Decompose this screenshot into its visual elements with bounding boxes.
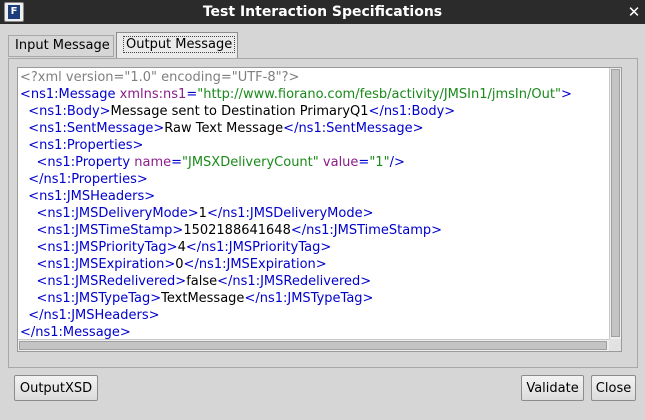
horizontal-scroll-thumb[interactable] [19,341,607,350]
code-line: <ns1:JMSExpiration>0</ns1:JMSExpiration> [20,256,572,273]
fiorano-logo-icon: F [8,5,20,19]
xml-attribute: value [322,155,359,170]
code-line: </ns1:Properties> [20,171,572,188]
xml-tag: </ns1:Properties> [20,172,148,187]
code-line: <ns1:SentMessage>Raw Text Message</ns1:S… [20,120,572,137]
code-line: <ns1:JMSPriorityTag>4</ns1:JMSPriorityTa… [20,239,572,256]
xml-tag: </ns1:JMSHeaders> [20,308,160,323]
app-icon[interactable]: F [4,2,24,22]
code-line: <ns1:Property name="JMSXDeliveryCount" v… [20,154,572,171]
window-close-icon[interactable]: ✕ [625,2,643,22]
xml-tag: /> [389,155,405,170]
xml-tag: </ns1:JMSExpiration> [183,257,327,272]
code-line: <ns1:JMSDeliveryMode>1</ns1:JMSDeliveryM… [20,205,572,222]
xml-tag: <ns1:JMSExpiration> [20,257,176,272]
xml-text: Message sent to Destination PrimaryQ1 [110,104,369,119]
xml-tag: <ns1:JMSRedelivered> [20,274,187,289]
xml-attribute: name [134,155,172,170]
code-line: <ns1:JMSTimeStamp>1502188641648</ns1:JMS… [20,222,572,239]
xml-tag: > [560,87,572,102]
xml-tag: = [358,155,370,170]
xml-tag: <ns1:JMSHeaders> [20,189,156,204]
validate-button[interactable]: Validate [521,375,584,401]
xml-tag: <ns1:JMSTimeStamp> [20,223,184,238]
scroll-corner [609,339,621,351]
xml-tag: </ns1:JMSRedelivered> [217,274,372,289]
tab-label: Input Message [15,38,110,53]
code-line: <ns1:JMSHeaders> [20,188,572,205]
tab-output-message[interactable]: Output Message [116,32,238,58]
title-bar: F Test Interaction Specifications ✕ [0,0,645,24]
xml-tag: </ns1:SentMessage> [283,121,424,136]
xml-tag: <ns1:JMSPriorityTag> [20,240,178,255]
code-line: <ns1:JMSTypeTag>TextMessage</ns1:JMSType… [20,290,572,307]
xml-text: 1 [198,206,207,221]
code-line: <?xml version="1.0" encoding="UTF-8"?> [20,69,572,86]
xml-tag: <ns1:Body> [20,104,111,119]
horizontal-scrollbar[interactable] [18,339,610,351]
vertical-scroll-thumb[interactable] [611,69,620,337]
tab-input-message[interactable]: Input Message [8,35,114,57]
xml-text: Raw Text Message [164,121,284,136]
xml-tag: = [171,155,183,170]
xml-tag: </ns1:Message> [20,325,131,340]
xml-attribute: xmlns:ns1 [119,87,187,102]
xml-text: 1502188641648 [183,223,291,238]
xml-tag: </ns1:JMSTimeStamp> [290,223,443,238]
xml-tag: </ns1:Body> [368,104,456,119]
xml-tag: = [186,87,198,102]
xml-value: "JMSXDeliveryCount" [182,155,319,170]
tab-strip: Input Message Output Message [8,32,638,58]
xml-tag: <ns1:JMSDeliveryMode> [20,206,199,221]
xml-tag: <ns1:SentMessage> [20,121,165,136]
vertical-scrollbar[interactable] [609,68,621,339]
xml-declaration: <?xml version="1.0" encoding="UTF-8"?> [20,70,300,85]
xml-value: "1" [369,155,390,170]
tab-panel: <?xml version="1.0" encoding="UTF-8"?> <n… [8,58,638,368]
xml-tag: <ns1:Property [20,155,135,170]
tab-label: Output Message [123,36,236,53]
window-title: Test Interaction Specifications [202,4,443,20]
xml-tag: <ns1:JMSTypeTag> [20,291,162,306]
code-line: <ns1:JMSRedelivered>false</ns1:JMSRedeli… [20,273,572,290]
code-line: <ns1:Body>Message sent to Destination Pr… [20,103,572,120]
xml-tag: </ns1:JMSTypeTag> [244,291,374,306]
xml-text: 4 [177,240,186,255]
xml-text: false [186,274,218,289]
xml-editor[interactable]: <?xml version="1.0" encoding="UTF-8"?> <n… [17,67,622,352]
xml-tag: <ns1:Properties> [20,138,144,153]
code-line: </ns1:JMSHeaders> [20,307,572,324]
xml-text: 0 [175,257,184,272]
xml-tag: </ns1:JMSDeliveryMode> [206,206,374,221]
xml-text: TextMessage [161,291,245,306]
code-line: <ns1:Message xmlns:ns1="http://www.fiora… [20,86,572,103]
code-line: <ns1:Properties> [20,137,572,154]
output-xsd-button[interactable]: OutputXSD [14,375,98,401]
xml-tag: <ns1:Message [20,87,120,102]
close-button[interactable]: Close [591,375,636,401]
xml-tag: </ns1:JMSPriorityTag> [185,240,332,255]
xml-value: "http://www.fiorano.com/fesb/activity/JM… [197,87,561,102]
xml-code: <?xml version="1.0" encoding="UTF-8"?> <n… [20,69,572,341]
